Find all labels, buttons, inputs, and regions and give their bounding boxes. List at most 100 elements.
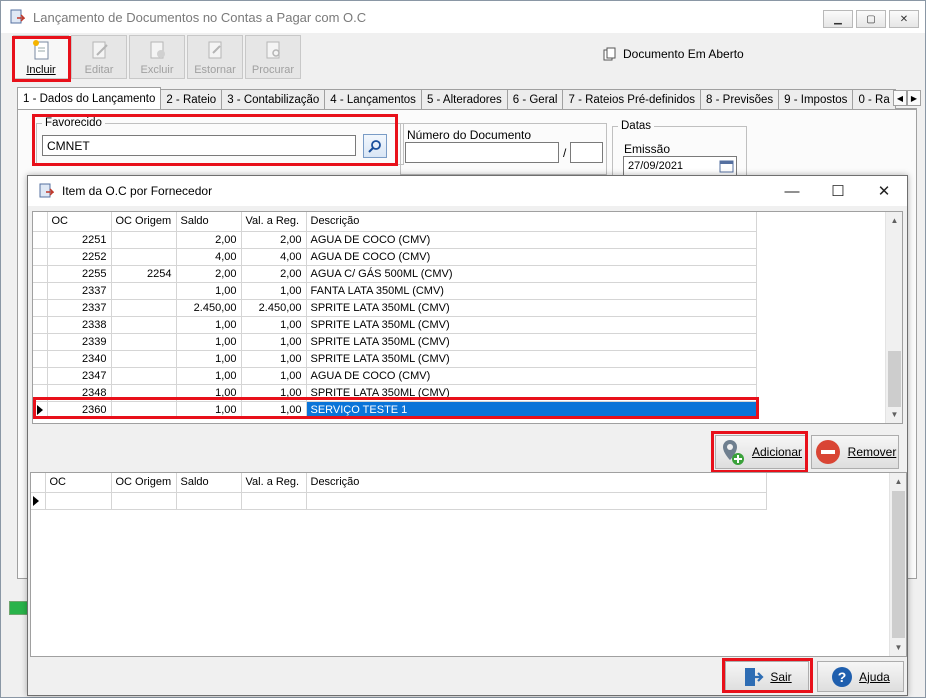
oc-cell[interactable]: 2338 xyxy=(47,316,112,334)
tab-scroll-left-icon[interactable]: ◀ xyxy=(893,90,907,106)
remover-button[interactable]: Remover xyxy=(811,435,899,469)
emissao-date-input[interactable]: 27/09/2021 xyxy=(623,156,737,177)
oc-origem-cell[interactable] xyxy=(111,350,177,368)
tab-impostos[interactable]: 9 - Impostos xyxy=(778,89,854,109)
oc-cell[interactable]: 2252 xyxy=(47,248,112,266)
val-reg-cell[interactable]: 1,00 xyxy=(241,333,307,351)
lower-col-descricao-header[interactable]: Descrição xyxy=(306,473,767,493)
new-row-saldo-cell[interactable] xyxy=(176,492,242,510)
lower-scrollbar-thumb[interactable] xyxy=(892,491,905,638)
col-val-reg-header[interactable]: Val. a Reg. xyxy=(241,212,307,232)
descricao-cell[interactable]: FANTA LATA 350ML (CMV) xyxy=(306,282,757,300)
oc-origem-cell[interactable]: 2254 xyxy=(111,265,177,283)
oc-item-row[interactable]: 2348 1,00 1,00 SPRITE LATA 350ML (CMV) xyxy=(33,384,757,402)
lower-scroll-down-icon[interactable]: ▼ xyxy=(890,639,906,656)
col-saldo-header[interactable]: Saldo xyxy=(176,212,242,232)
close-button[interactable]: ✕ xyxy=(889,10,919,28)
descricao-cell[interactable]: SPRITE LATA 350ML (CMV) xyxy=(306,384,757,402)
oc-item-row[interactable]: 2360 1,00 1,00 SERVIÇO TESTE 1 xyxy=(33,400,757,419)
dialog-close-icon[interactable]: ✕ xyxy=(861,176,907,206)
oc-origem-cell[interactable] xyxy=(111,299,177,317)
favorecido-input[interactable]: CMNET xyxy=(42,135,356,156)
oc-cell[interactable]: 2337 xyxy=(47,299,112,317)
val-reg-cell[interactable]: 2,00 xyxy=(241,265,307,283)
oc-cell[interactable]: 2337 xyxy=(47,282,112,300)
saldo-cell[interactable]: 1,00 xyxy=(176,367,242,385)
oc-origem-cell[interactable] xyxy=(111,231,177,249)
tab-geral[interactable]: 6 - Geral xyxy=(506,89,564,109)
saldo-cell[interactable]: 1,00 xyxy=(176,282,242,300)
descricao-cell[interactable]: SPRITE LATA 350ML (CMV) xyxy=(306,299,757,317)
oc-cell[interactable]: 2348 xyxy=(47,384,112,402)
descricao-cell[interactable]: AGUA DE COCO (CMV) xyxy=(306,248,757,266)
val-reg-cell[interactable]: 4,00 xyxy=(241,248,307,266)
selected-items-scrollbar[interactable]: ▲ ▼ xyxy=(889,473,906,656)
saldo-cell[interactable]: 2,00 xyxy=(176,265,242,283)
val-reg-cell[interactable]: 2.450,00 xyxy=(241,299,307,317)
numero-documento-serie-input[interactable] xyxy=(570,142,603,163)
scrollbar-thumb[interactable] xyxy=(888,351,901,407)
estornar-button[interactable]: Estornar xyxy=(187,35,243,79)
col-oc-header[interactable]: OC xyxy=(47,212,112,232)
lower-col-val-reg-header[interactable]: Val. a Reg. xyxy=(241,473,307,493)
oc-item-row[interactable]: 2340 1,00 1,00 SPRITE LATA 350ML (CMV) xyxy=(33,350,757,368)
procurar-button[interactable]: Procurar xyxy=(245,35,301,79)
val-reg-cell[interactable]: 1,00 xyxy=(241,282,307,300)
tab-contabilizacao[interactable]: 3 - Contabilização xyxy=(221,89,326,109)
scroll-down-icon[interactable]: ▼ xyxy=(886,406,902,423)
editar-button[interactable]: Editar xyxy=(71,35,127,79)
oc-cell[interactable]: 2339 xyxy=(47,333,112,351)
sair-button[interactable]: Sair xyxy=(725,661,809,692)
incluir-button[interactable]: Incluir xyxy=(13,35,69,79)
val-reg-cell[interactable]: 1,00 xyxy=(241,384,307,402)
saldo-cell[interactable]: 1,00 xyxy=(176,384,242,402)
new-row-desc-cell[interactable] xyxy=(306,492,767,510)
descricao-cell[interactable]: SPRITE LATA 350ML (CMV) xyxy=(306,316,757,334)
tab-rateio[interactable]: 2 - Rateio xyxy=(160,89,223,109)
descricao-cell[interactable]: SERVIÇO TESTE 1 xyxy=(305,400,757,419)
col-oc-origem-header[interactable]: OC Origem xyxy=(111,212,177,232)
lower-col-saldo-header[interactable]: Saldo xyxy=(176,473,242,493)
saldo-cell[interactable]: 2,00 xyxy=(176,231,242,249)
dialog-maximize-icon[interactable]: ☐ xyxy=(815,176,861,206)
descricao-cell[interactable]: SPRITE LATA 350ML (CMV) xyxy=(306,350,757,368)
val-reg-cell[interactable]: 1,00 xyxy=(241,350,307,368)
saldo-cell[interactable]: 2.450,00 xyxy=(176,299,242,317)
col-descricao-header[interactable]: Descrição xyxy=(306,212,757,232)
tab-ra[interactable]: 0 - Ra xyxy=(852,89,896,109)
descricao-cell[interactable]: SPRITE LATA 350ML (CMV) xyxy=(306,333,757,351)
val-reg-cell[interactable]: 1,00 xyxy=(241,367,307,385)
tab-scroll-right-icon[interactable]: ▶ xyxy=(907,90,921,106)
favorecido-search-button[interactable] xyxy=(363,134,387,158)
oc-origem-cell[interactable] xyxy=(111,401,177,419)
saldo-cell[interactable]: 1,00 xyxy=(176,333,242,351)
oc-item-row[interactable]: 2339 1,00 1,00 SPRITE LATA 350ML (CMV) xyxy=(33,333,757,351)
oc-cell[interactable]: 2251 xyxy=(47,231,112,249)
saldo-cell[interactable]: 1,00 xyxy=(176,401,242,419)
maximize-button[interactable]: ▢ xyxy=(856,10,886,28)
oc-item-row[interactable]: 2338 1,00 1,00 SPRITE LATA 350ML (CMV) xyxy=(33,316,757,334)
oc-cell[interactable]: 2255 xyxy=(47,265,112,283)
descricao-cell[interactable]: AGUA DE COCO (CMV) xyxy=(306,231,757,249)
oc-item-row[interactable]: 2252 4,00 4,00 AGUA DE COCO (CMV) xyxy=(33,248,757,266)
numero-documento-input[interactable] xyxy=(405,142,559,163)
ajuda-button[interactable]: ? Ajuda xyxy=(817,661,904,692)
descricao-cell[interactable]: AGUA DE COCO (CMV) xyxy=(306,367,757,385)
tab-alteradores[interactable]: 5 - Alteradores xyxy=(420,89,508,109)
oc-item-row[interactable]: 2255 2254 2,00 2,00 AGUA C/ GÁS 500ML (CMV) xyxy=(33,265,757,283)
excluir-button[interactable]: Excluir xyxy=(129,35,185,79)
saldo-cell[interactable]: 1,00 xyxy=(176,316,242,334)
minimize-button[interactable]: ▁ xyxy=(823,10,853,28)
oc-origem-cell[interactable] xyxy=(111,316,177,334)
saldo-cell[interactable]: 4,00 xyxy=(176,248,242,266)
oc-item-row[interactable]: 2347 1,00 1,00 AGUA DE COCO (CMV) xyxy=(33,367,757,385)
lower-scroll-up-icon[interactable]: ▲ xyxy=(890,473,906,490)
val-reg-cell[interactable]: 2,00 xyxy=(241,231,307,249)
calendar-icon[interactable] xyxy=(719,159,734,174)
oc-cell[interactable]: 2340 xyxy=(47,350,112,368)
oc-item-row[interactable]: 2337 2.450,00 2.450,00 SPRITE LATA 350ML (C… xyxy=(33,299,757,317)
val-reg-cell[interactable]: 1,00 xyxy=(241,316,307,334)
adicionar-button[interactable]: Adicionar xyxy=(715,435,807,469)
oc-origem-cell[interactable] xyxy=(111,248,177,266)
new-row-origem-cell[interactable] xyxy=(111,492,177,510)
